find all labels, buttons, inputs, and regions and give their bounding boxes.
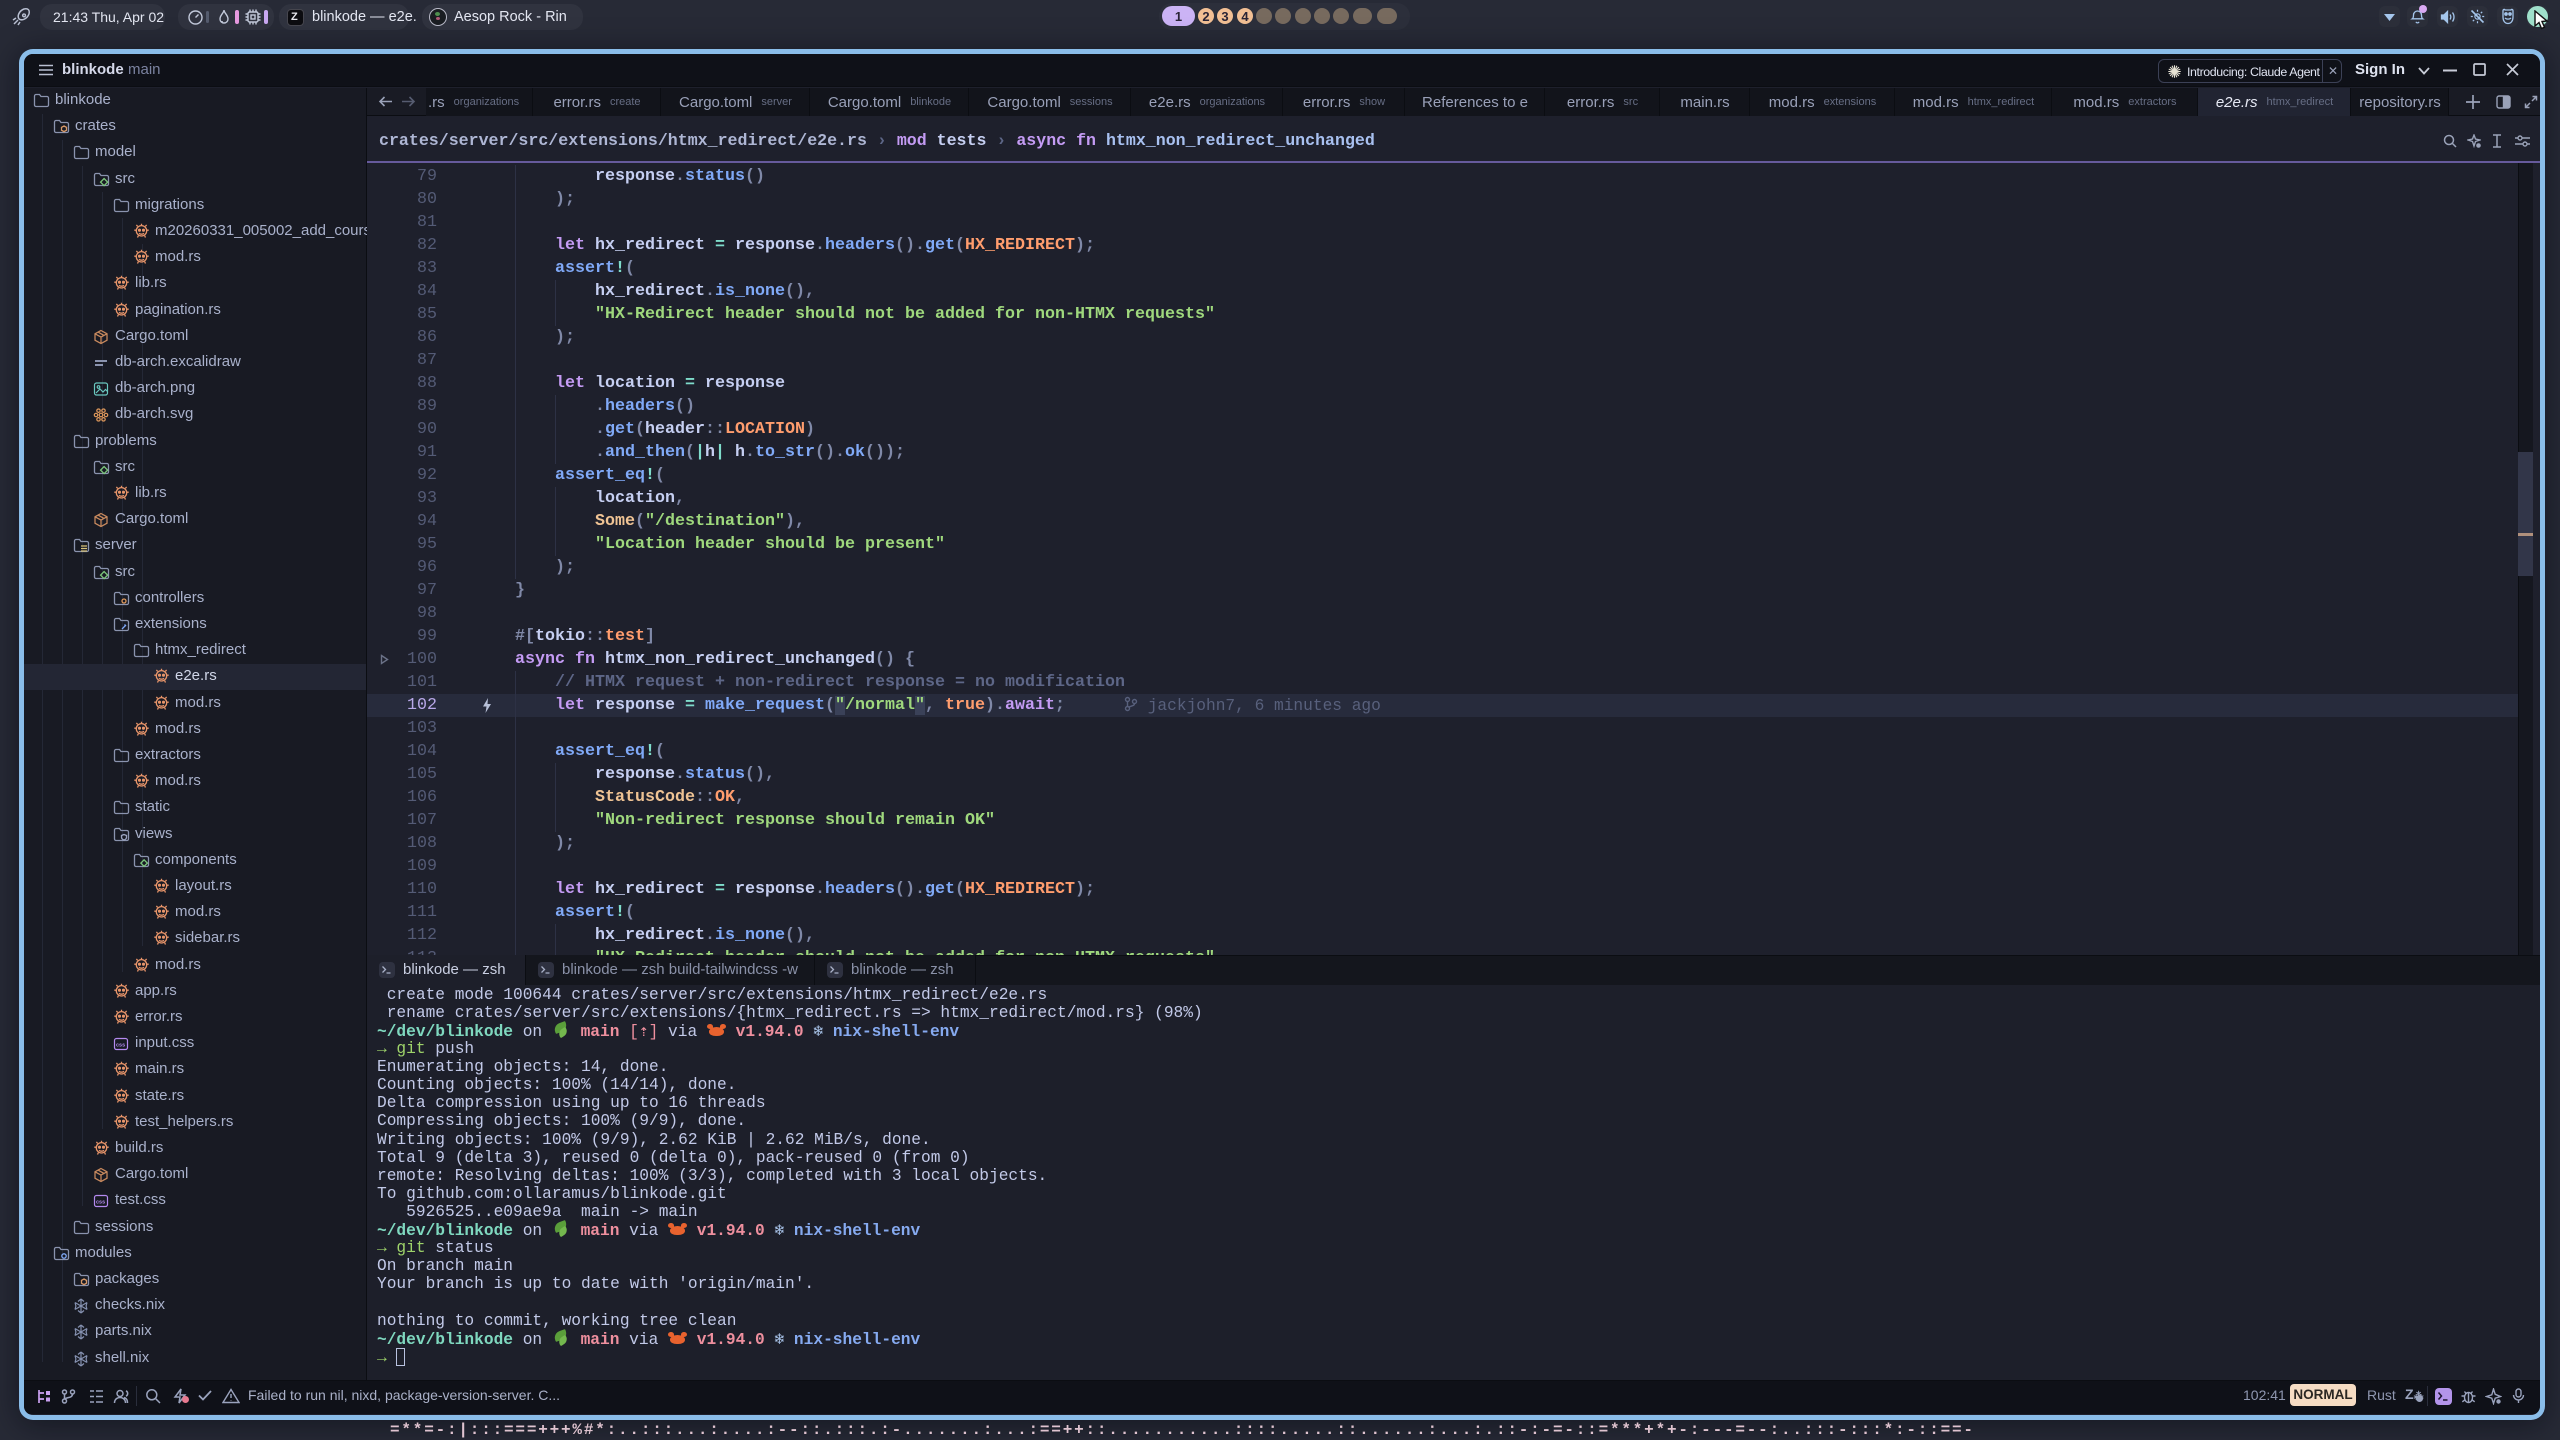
- svg-text:css: css: [116, 1043, 125, 1049]
- svg-text:css: css: [96, 1200, 105, 1206]
